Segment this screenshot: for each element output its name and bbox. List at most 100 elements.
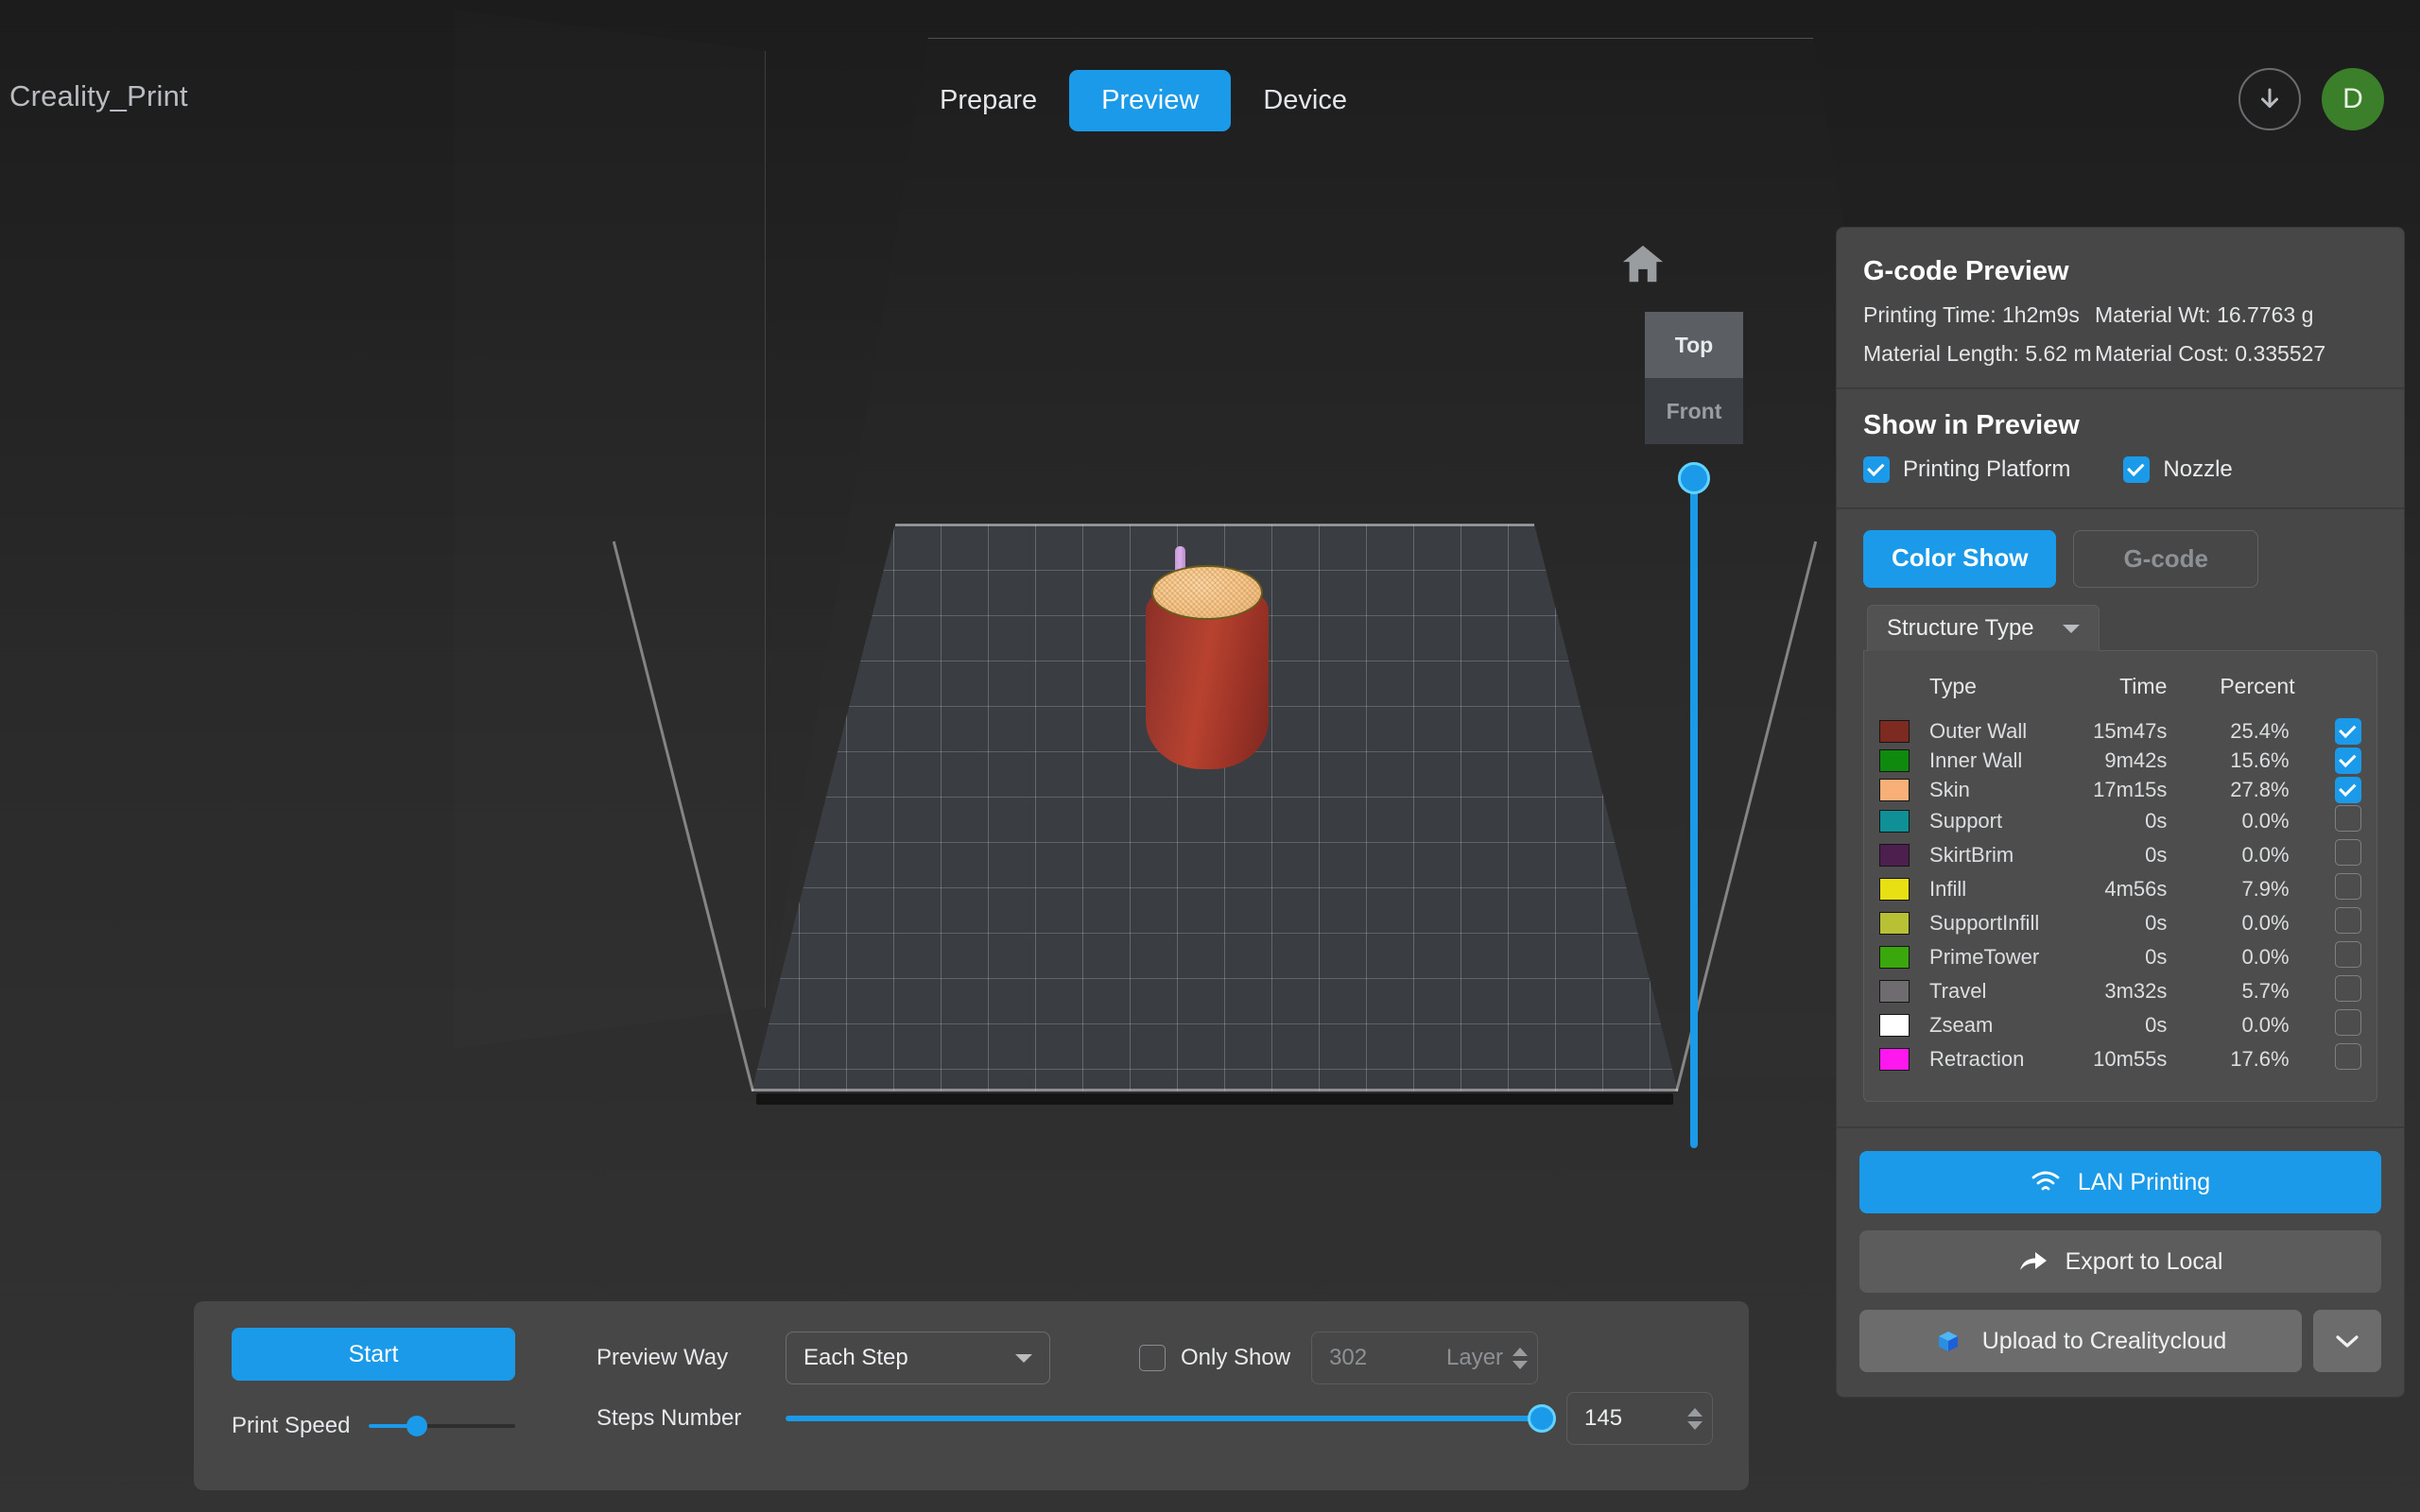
checkbox-icon-unchecked[interactable] <box>2335 1043 2361 1070</box>
color-show-card: Color Show G-code Structure Type Type Ti… <box>1836 508 2405 1127</box>
row-time: 4m56s <box>2039 872 2167 906</box>
row-type: SupportInfill <box>1920 906 2039 940</box>
stepper-down-icon[interactable] <box>1687 1421 1703 1430</box>
structure-type-dropdown[interactable]: Structure Type <box>1867 605 2100 651</box>
control-bar-left: Start Print Speed <box>194 1301 553 1490</box>
structure-type-table: Type Time Percent Outer Wall15m47s25.4%I… <box>1879 664 2361 1076</box>
checkbox-icon-checked[interactable] <box>2123 456 2150 483</box>
download-arrow-icon[interactable] <box>2238 68 2301 130</box>
row-color-swatch-cell <box>1879 1042 1920 1076</box>
checkbox-icon-unchecked[interactable] <box>2335 805 2361 832</box>
stepper-down-icon[interactable] <box>1512 1361 1528 1369</box>
preview-way-select[interactable]: Each Step <box>786 1332 1050 1384</box>
layer-range-slider-handle[interactable] <box>1678 462 1710 494</box>
printing-time: Printing Time: 1h2m9s <box>1863 302 2095 328</box>
row-percent: 17.6% <box>2167 1042 2294 1076</box>
export-to-local-label: Export to Local <box>2066 1248 2223 1276</box>
print-speed-slider[interactable] <box>369 1424 515 1428</box>
row-type: Skin <box>1920 775 2039 804</box>
stepper-up-icon[interactable] <box>1512 1348 1528 1356</box>
view-cube-face-front[interactable]: Front <box>1645 378 1743 444</box>
checkbox-nozzle[interactable]: Nozzle <box>2123 456 2232 483</box>
gcode-button[interactable]: G-code <box>2073 530 2258 588</box>
steps-number-input[interactable]: 145 <box>1566 1392 1713 1445</box>
avatar[interactable]: D <box>2322 68 2384 130</box>
panel-actions-card: LAN Printing Export to Local Upload to C… <box>1836 1127 2405 1398</box>
checkbox-icon-unchecked[interactable] <box>2335 839 2361 866</box>
table-row: Inner Wall9m42s15.6% <box>1879 746 2361 775</box>
layer-stepper[interactable] <box>1512 1348 1528 1369</box>
view-cube-face-top[interactable]: Top <box>1645 312 1743 378</box>
table-row: SupportInfill0s0.0% <box>1879 906 2361 940</box>
share-arrow-icon <box>2018 1249 2048 1274</box>
row-visibility-cell <box>2295 775 2361 804</box>
checkbox-only-show[interactable]: Only Show <box>1139 1345 1290 1371</box>
checkbox-icon-unchecked[interactable] <box>2335 907 2361 934</box>
checkbox-icon-unchecked[interactable] <box>2335 873 2361 900</box>
color-swatch <box>1879 946 1910 969</box>
home-icon[interactable] <box>1621 244 1665 284</box>
tab-preview[interactable]: Preview <box>1069 70 1231 131</box>
chevron-down-icon[interactable] <box>1015 1354 1032 1363</box>
checkbox-printing-platform[interactable]: Printing Platform <box>1863 456 2070 483</box>
table-row: Zseam0s0.0% <box>1879 1008 2361 1042</box>
row-type: SkirtBrim <box>1920 838 2039 872</box>
steps-number-slider-handle[interactable] <box>1528 1404 1556 1433</box>
tab-prepare[interactable]: Prepare <box>908 70 1069 131</box>
tab-device[interactable]: Device <box>1231 70 1379 131</box>
steps-stepper[interactable] <box>1687 1408 1703 1430</box>
row-visibility-cell <box>2295 804 2361 838</box>
stepper-up-icon[interactable] <box>1687 1408 1703 1417</box>
sliced-model[interactable] <box>1146 546 1269 773</box>
row-visibility-cell <box>2295 1008 2361 1042</box>
upload-options-chevron-down-icon[interactable] <box>2313 1310 2381 1372</box>
print-speed-label: Print Speed <box>232 1413 350 1439</box>
lan-printing-button[interactable]: LAN Printing <box>1859 1151 2381 1213</box>
row-time: 0s <box>2039 838 2167 872</box>
upload-to-crealitycloud-button[interactable]: Upload to Crealitycloud <box>1859 1310 2302 1372</box>
color-swatch <box>1879 912 1910 935</box>
chevron-down-icon[interactable] <box>2063 625 2080 633</box>
color-swatch <box>1879 1014 1910 1037</box>
color-swatch <box>1879 1048 1910 1071</box>
header-type: Type <box>1920 664 2039 716</box>
row-color-swatch-cell <box>1879 906 1920 940</box>
header-right-controls: D <box>2238 68 2384 130</box>
print-speed-control: Print Speed <box>232 1413 515 1439</box>
checkbox-icon-checked[interactable] <box>2335 747 2361 774</box>
table-row: Retraction10m55s17.6% <box>1879 1042 2361 1076</box>
row-type: Retraction <box>1920 1042 2039 1076</box>
start-button[interactable]: Start <box>232 1328 515 1381</box>
checkbox-icon-unchecked[interactable] <box>1139 1345 1166 1371</box>
color-swatch <box>1879 779 1910 801</box>
layer-unit-label: Layer <box>1446 1345 1503 1371</box>
steps-number-slider-fill <box>786 1416 1542 1421</box>
checkbox-icon-unchecked[interactable] <box>2335 1009 2361 1036</box>
steps-number-slider[interactable] <box>786 1416 1542 1421</box>
color-show-button[interactable]: Color Show <box>1863 530 2056 588</box>
layer-number-input[interactable]: 302 Layer <box>1311 1332 1538 1384</box>
row-percent: 5.7% <box>2167 974 2294 1008</box>
header-swatch <box>1879 664 1920 716</box>
checkbox-icon-checked[interactable] <box>2335 777 2361 803</box>
checkbox-icon-unchecked[interactable] <box>2335 975 2361 1002</box>
export-to-local-button[interactable]: Export to Local <box>1859 1230 2381 1293</box>
print-speed-slider-handle[interactable] <box>406 1416 427 1436</box>
layer-range-slider[interactable] <box>1690 477 1698 1148</box>
view-cube[interactable]: Top Front <box>1645 312 1743 444</box>
preview-way-value: Each Step <box>804 1345 908 1371</box>
panel-title: G-code Preview <box>1863 256 2377 287</box>
row-type: Infill <box>1920 872 2039 906</box>
layer-input-value: 302 <box>1329 1345 1367 1371</box>
show-in-preview-title: Show in Preview <box>1863 410 2377 441</box>
material-length: Material Length: 5.62 m <box>1863 341 2095 367</box>
table-row: Outer Wall15m47s25.4% <box>1879 716 2361 746</box>
row-visibility-cell <box>2295 838 2361 872</box>
checkbox-icon-checked[interactable] <box>2335 718 2361 745</box>
checkbox-icon-checked[interactable] <box>1863 456 1890 483</box>
row-color-swatch-cell <box>1879 872 1920 906</box>
gcode-preview-panel: G-code Preview Printing Time: 1h2m9s Mat… <box>1836 227 2405 1398</box>
checkbox-icon-unchecked[interactable] <box>2335 941 2361 968</box>
row-time: 0s <box>2039 804 2167 838</box>
row-time: 0s <box>2039 906 2167 940</box>
